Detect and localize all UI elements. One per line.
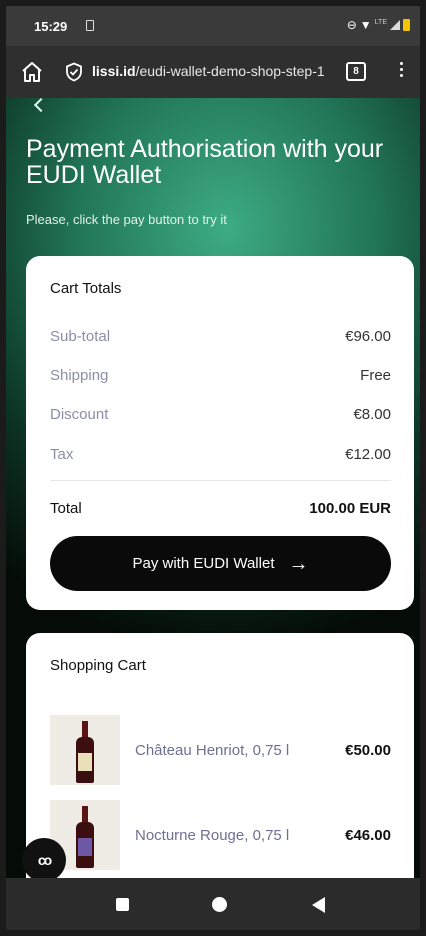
item-price: €46.00 — [345, 827, 391, 844]
url-path: /eudi-wallet-demo-shop-step-1 — [135, 63, 325, 79]
status-bar: 15:29 ⊖ ▼ LTE — [6, 6, 420, 46]
discount-value: €8.00 — [353, 406, 391, 423]
shipping-label: Shipping — [50, 367, 109, 384]
page-title: Payment Authorisation with your EUDI Wal… — [26, 135, 384, 189]
shopping-cart-card: Shopping Cart Château Henriot, 0,75 l €5… — [26, 633, 414, 878]
discount-label: Discount — [50, 406, 109, 423]
totals-divider — [50, 480, 391, 481]
browser-toolbar: lissi.id/eudi-wallet-demo-shop-step-1 8 — [6, 46, 420, 98]
network-type: LTE — [374, 18, 387, 26]
subtotal-value: €96.00 — [345, 328, 391, 345]
system-navigation-bar — [6, 878, 420, 930]
arrow-right-icon: → — [288, 552, 309, 575]
recent-apps-icon[interactable] — [116, 898, 129, 911]
pay-with-eudi-wallet-button[interactable]: Pay with EUDI Wallet → — [50, 536, 391, 591]
tax-value: €12.00 — [345, 446, 391, 463]
home-circle-icon[interactable] — [212, 897, 227, 912]
back-triangle-icon[interactable] — [312, 897, 325, 913]
sim-icon — [86, 20, 94, 31]
item-name: Château Henriot, 0,75 l — [135, 742, 290, 759]
cart-item[interactable]: Château Henriot, 0,75 l €50.00 — [50, 715, 391, 787]
wine-bottle-icon — [76, 806, 94, 868]
cart-item[interactable]: Nocturne Rouge, 0,75 l €46.00 — [50, 800, 391, 872]
do-not-disturb-icon: ⊖ — [346, 18, 357, 32]
battery-icon — [403, 19, 410, 31]
back-chevron-icon[interactable] — [33, 98, 49, 113]
tab-switcher-button[interactable]: 8 — [346, 62, 366, 81]
site-security-icon[interactable] — [64, 62, 84, 82]
shipping-value: Free — [360, 367, 391, 384]
item-price: €50.00 — [345, 742, 391, 759]
home-icon[interactable] — [20, 60, 44, 84]
page-content: Payment Authorisation with your EUDI Wal… — [6, 98, 420, 878]
total-label: Total — [50, 500, 82, 517]
signal-icon — [390, 20, 400, 30]
chat-widget-button[interactable]: co — [22, 838, 66, 878]
status-time: 15:29 — [34, 19, 68, 34]
address-bar[interactable]: lissi.id/eudi-wallet-demo-shop-step-1 — [92, 63, 325, 79]
product-image — [50, 715, 120, 785]
wine-bottle-icon — [76, 721, 94, 783]
page-subtitle: Please, click the pay button to try it — [26, 212, 227, 227]
cart-totals-card: Cart Totals Sub-total €96.00 Shipping Fr… — [26, 256, 414, 610]
cart-totals-title: Cart Totals — [50, 280, 122, 297]
wifi-icon: ▼ — [359, 18, 372, 32]
item-name: Nocturne Rouge, 0,75 l — [135, 827, 290, 844]
url-host: lissi.id — [92, 63, 136, 79]
status-icons: ⊖ ▼ LTE — [347, 18, 410, 32]
total-value: 100.00 EUR — [309, 500, 391, 517]
phone-screen: 15:29 ⊖ ▼ LTE lissi.id/eudi-wallet-demo-… — [6, 6, 420, 930]
overflow-menu-icon[interactable] — [398, 60, 404, 82]
subtotal-label: Sub-total — [50, 328, 111, 345]
tax-label: Tax — [50, 446, 74, 463]
shopping-cart-title: Shopping Cart — [50, 657, 146, 674]
pay-button-label: Pay with EUDI Wallet — [132, 555, 275, 572]
